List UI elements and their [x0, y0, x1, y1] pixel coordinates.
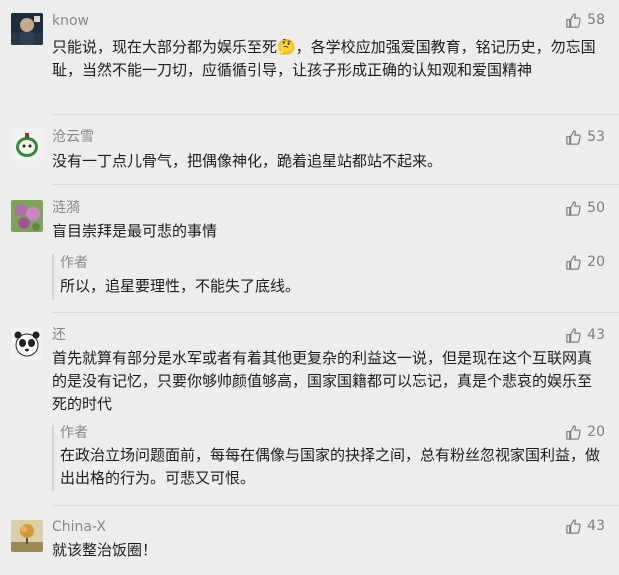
like-button[interactable]: 50	[565, 198, 605, 218]
reply-nickname[interactable]: 作者	[60, 424, 88, 442]
divider	[52, 184, 619, 185]
thumbs-up-icon	[565, 200, 582, 217]
thumbs-up-icon	[565, 129, 582, 146]
like-count: 53	[587, 129, 605, 145]
like-button[interactable]: 58	[565, 10, 605, 30]
comment-nickname[interactable]: China-X	[52, 518, 106, 536]
comment-text: 没有一丁点儿骨气，把偶像神化，跪着追星站都站不起来。	[52, 152, 443, 170]
comment-nickname[interactable]: 涟漪	[52, 199, 80, 217]
avatar[interactable]	[11, 328, 43, 360]
divider	[52, 505, 619, 506]
reply-nickname[interactable]: 作者	[60, 254, 88, 272]
avatar[interactable]	[11, 200, 43, 232]
thumbs-up-icon	[565, 327, 582, 344]
divider	[52, 114, 619, 115]
thumbs-up-icon	[565, 518, 582, 535]
comment-nickname[interactable]: know	[52, 12, 89, 30]
comment-text: 首先就算有部分是水军或者有着其他更复杂的利益这一说，但是现在这个互联网真的是没有…	[52, 349, 593, 413]
like-count: 58	[587, 12, 605, 28]
divider	[52, 312, 619, 313]
like-count: 43	[587, 327, 605, 343]
like-count: 43	[587, 518, 605, 534]
avatar[interactable]	[11, 520, 43, 552]
like-button[interactable]: 43	[565, 325, 605, 345]
reply-quote-bar	[52, 254, 54, 300]
comment-text: 只能说，现在大部分都为娱乐至死🤔，各学校应加强爱国教育，铭记历史，勿忘国耻，当然…	[52, 38, 596, 79]
comment-nickname[interactable]: 沧云雪	[52, 128, 94, 146]
comment-item: know 58 只能说，现在大部分都为娱乐至死🤔，各学校应加强爱国教育，铭记历史…	[0, 0, 619, 115]
like-button[interactable]: 53	[565, 127, 605, 147]
like-count: 20	[587, 254, 605, 270]
like-count: 50	[587, 200, 605, 216]
like-button[interactable]: 43	[565, 516, 605, 536]
comment-text: 盲目崇拜是最可悲的事情	[52, 222, 218, 240]
reply-text: 在政治立场问题面前，每每在偶像与国家的抉择之间，总有粉丝忽视家国利益，做出出格的…	[60, 446, 601, 487]
thumbs-up-icon	[565, 424, 582, 441]
comment-nickname[interactable]: 还	[52, 326, 66, 344]
reply-quote-bar	[52, 425, 54, 491]
reply-like-button[interactable]: 20	[565, 252, 605, 272]
reply-text: 所以，追星要理性，不能失了底线。	[60, 277, 301, 295]
avatar[interactable]	[11, 13, 43, 45]
reply-like-button[interactable]: 20	[565, 422, 605, 442]
thumbs-up-icon	[565, 254, 582, 271]
thumbs-up-icon	[565, 12, 582, 29]
like-count: 20	[587, 424, 605, 440]
avatar[interactable]	[11, 129, 43, 161]
comment-text: 就该整治饭圈！	[52, 541, 158, 559]
